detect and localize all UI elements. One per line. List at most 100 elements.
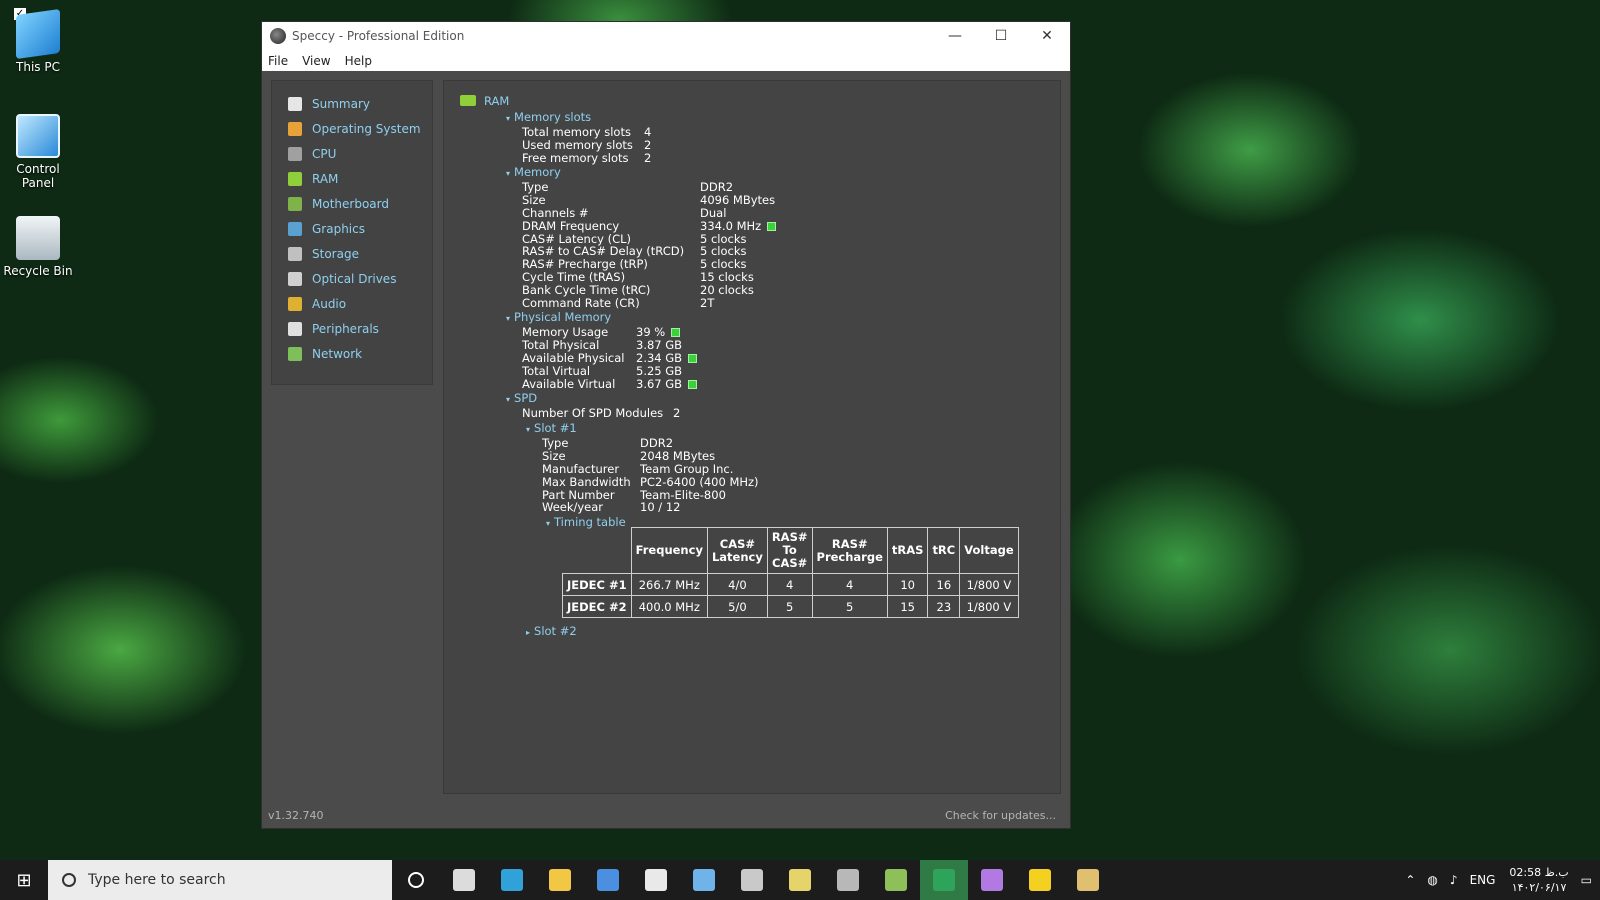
storage-icon [288, 246, 302, 261]
property-label: DRAM Frequency [522, 218, 620, 233]
edge-icon [501, 869, 523, 891]
optical-drives-icon [288, 271, 302, 286]
taskbar-app-maps[interactable] [968, 860, 1016, 900]
menu-view[interactable]: View [302, 54, 330, 68]
check-updates-link[interactable]: Check for updates... [945, 809, 1056, 822]
table-cell: 5/0 [706, 595, 768, 618]
speccy-app-icon [270, 28, 286, 44]
desktop-icon-control-panel[interactable]: Control Panel [2, 114, 74, 190]
sidebar-item-audio[interactable]: Audio [272, 291, 432, 316]
property-label: Available Virtual [522, 376, 616, 391]
sidebar-item-optical-drives[interactable]: Optical Drives [272, 266, 432, 291]
language-indicator[interactable]: ENG [1470, 873, 1496, 887]
window-title: Speccy - Professional Edition [292, 29, 465, 43]
taskbar-app-player[interactable] [1016, 860, 1064, 900]
section-physical-memory[interactable]: ▾ Physical Memory [506, 311, 611, 325]
sidebar-item-label: Audio [312, 296, 347, 311]
section-spd[interactable]: ▾ SPD [506, 392, 537, 406]
column-header: tRAS [886, 527, 929, 574]
globe-icon[interactable]: ◍ [1427, 873, 1437, 887]
menu-file[interactable]: File [268, 54, 288, 68]
desktop-icon-label: This PC [16, 60, 60, 74]
sidebar-item-label: Peripherals [312, 321, 379, 336]
caret-down-icon[interactable]: ▾ [506, 114, 510, 123]
table-cell: 400.0 MHz [630, 595, 708, 618]
network-app-icon [885, 869, 907, 891]
table-cell: 16 [927, 573, 961, 596]
chevron-up-icon[interactable]: ⌃ [1405, 873, 1415, 887]
caret-down-icon[interactable]: ▾ [506, 169, 510, 178]
search-placeholder: Type here to search [88, 872, 226, 888]
sidebar-item-summary[interactable]: Summary [272, 91, 432, 116]
sidebar-item-operating-system[interactable]: Operating System [272, 116, 432, 141]
summary-icon [288, 96, 302, 111]
sidebar-item-storage[interactable]: Storage [272, 241, 432, 266]
sidebar: Summary Operating System CPU RAM Motherboard… [271, 80, 433, 385]
maximize-button[interactable]: ☐ [978, 22, 1024, 50]
property-value: 2 [673, 406, 681, 421]
taskbar-app-drive[interactable] [728, 860, 776, 900]
cpu-icon [288, 146, 302, 161]
sidebar-item-motherboard[interactable]: Motherboard [272, 191, 432, 216]
caret-down-icon[interactable]: ▾ [506, 314, 510, 323]
sidebar-item-label: Graphics [312, 221, 365, 236]
taskbar-app-tool[interactable] [776, 860, 824, 900]
status-indicator-icon [767, 221, 777, 231]
title-bar[interactable]: Speccy - Professional Edition — ☐ ✕ [262, 22, 1070, 50]
sidebar-item-cpu[interactable]: CPU [272, 141, 432, 166]
table-cell: 1/800 V [959, 573, 1019, 596]
table-cell: 266.7 MHz [630, 573, 708, 596]
column-header: Voltage [959, 527, 1019, 574]
menu-help[interactable]: Help [345, 54, 372, 68]
caret-down-icon[interactable]: ▾ [506, 395, 510, 404]
caret-down-icon[interactable]: ▾ [546, 519, 550, 528]
clock[interactable]: 02:58 ب.ظ ۱۴۰۲/۰۶/۱۷ [1509, 865, 1568, 895]
caret-down-icon[interactable]: ▾ [526, 425, 530, 434]
property-label: Number Of SPD Modules [522, 406, 664, 421]
taskbar-app-task-view[interactable] [440, 860, 488, 900]
sidebar-item-ram[interactable]: RAM [272, 166, 432, 191]
sidebar-item-label: Summary [312, 96, 370, 111]
taskbar-app-edge[interactable] [488, 860, 536, 900]
column-header: tRC [927, 527, 961, 574]
property-label: Total Virtual [522, 363, 591, 378]
xbox-icon [933, 869, 955, 891]
caret-right-icon[interactable]: ▸ [526, 628, 530, 637]
taskbar-app-network-app[interactable] [872, 860, 920, 900]
property-value: 2T [700, 295, 715, 310]
column-header: Frequency [630, 527, 708, 574]
taskbar-app-store[interactable] [584, 860, 632, 900]
close-button[interactable]: ✕ [1024, 22, 1070, 50]
sidebar-item-peripherals[interactable]: Peripherals [272, 316, 432, 341]
taskbar-search-input[interactable]: Type here to search [48, 860, 392, 900]
section-slot-1[interactable]: ▾ Slot #1 [526, 422, 577, 436]
ram-details-panel: RAM ▾ Memory slots Total memory slots 4 Used… [443, 80, 1061, 794]
calculator-icon [693, 869, 715, 891]
section-slot-2[interactable]: ▸ Slot #2 [526, 625, 577, 639]
taskbar-app-feedback[interactable] [1064, 860, 1112, 900]
taskbar-app-cortana[interactable] [392, 860, 440, 900]
section-memory[interactable]: ▾ Memory [506, 166, 561, 180]
notification-icon[interactable]: ▭ [1581, 873, 1592, 887]
sidebar-item-network[interactable]: Network [272, 341, 432, 366]
search-icon [62, 873, 76, 887]
minimize-button[interactable]: — [932, 22, 978, 50]
desktop-icon-this-pc[interactable]: This PC [2, 8, 74, 74]
speccy-window: Speccy - Professional Edition — ☐ ✕ File… [261, 21, 1071, 829]
desktop-icon-recycle-bin[interactable]: Recycle Bin [2, 216, 74, 278]
maps-icon [981, 869, 1003, 891]
volume-icon[interactable]: ♪ [1450, 873, 1458, 887]
taskbar-app-calculator[interactable] [680, 860, 728, 900]
property-label: Command Rate (CR) [522, 295, 640, 310]
task-view-icon [453, 869, 475, 891]
taskbar-app-mail[interactable] [632, 860, 680, 900]
taskbar-app-xbox[interactable] [920, 860, 968, 900]
recycle-bin-icon [16, 216, 60, 260]
start-button[interactable]: ⊞ [0, 860, 48, 900]
taskbar-app-file-explorer[interactable] [536, 860, 584, 900]
sidebar-item-graphics[interactable]: Graphics [272, 216, 432, 241]
section-memory-slots[interactable]: ▾ Memory slots [506, 111, 591, 125]
property-label: Used memory slots [522, 137, 633, 152]
taskbar-app-speccy[interactable] [824, 860, 872, 900]
table-row: JEDEC #1 266.7 MHz 4/0 4 4 10 16 1/800 V [562, 573, 1019, 596]
